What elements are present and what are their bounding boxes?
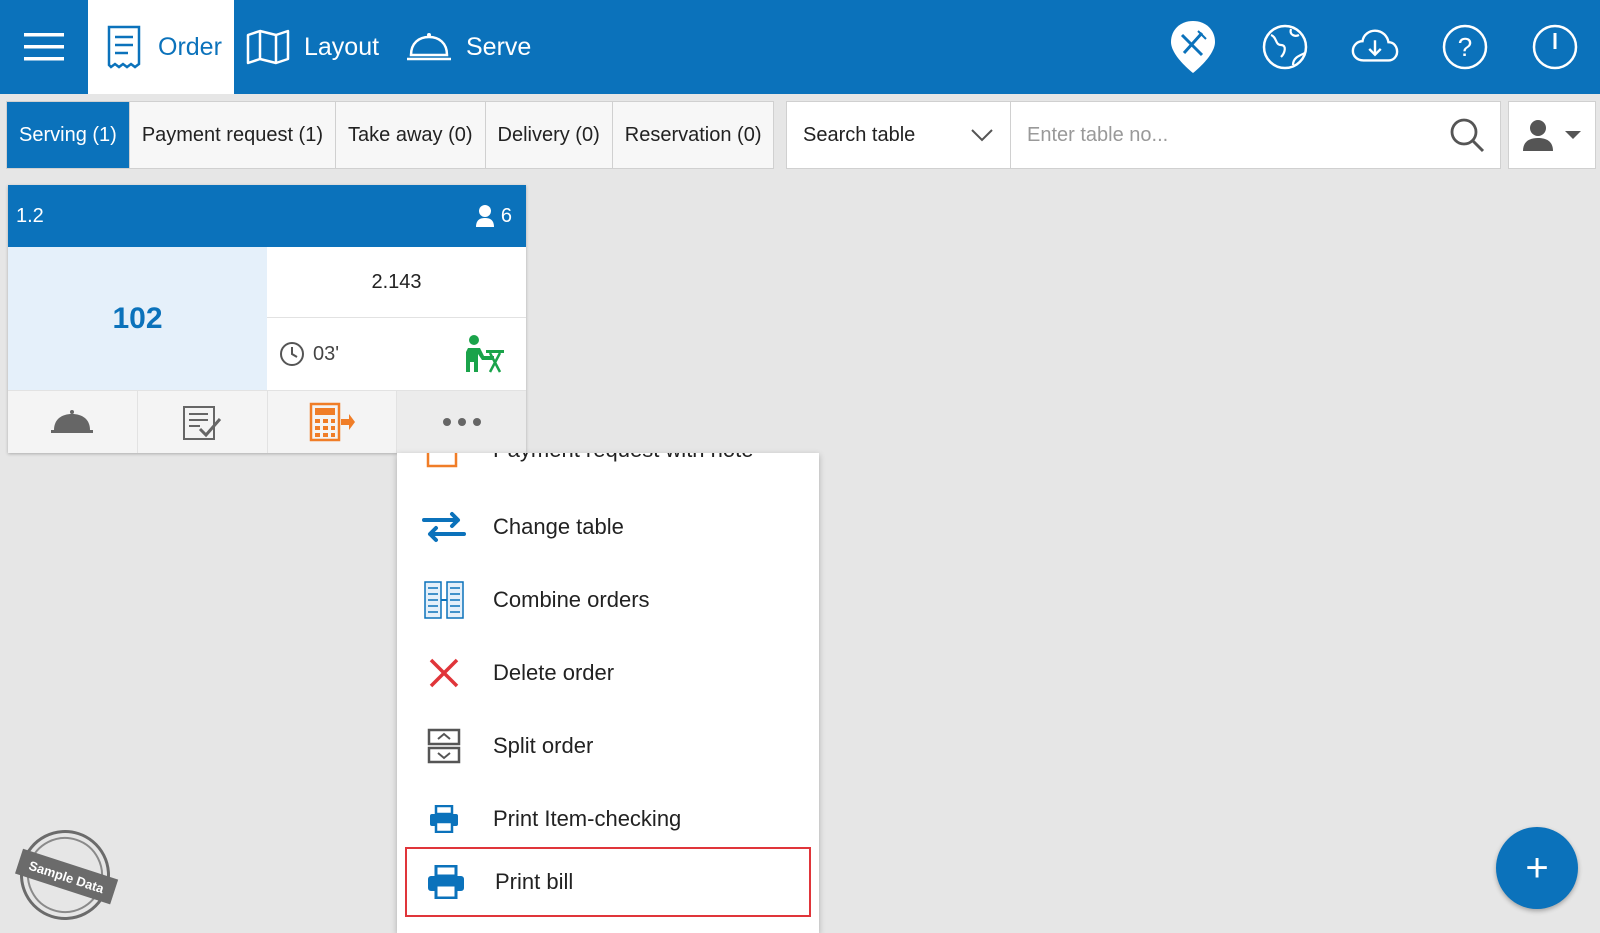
payment-note-icon	[426, 453, 458, 468]
user-icon	[1523, 120, 1553, 151]
menu-item-payment-request-with-note[interactable]: Payment request with note	[397, 453, 819, 485]
order-number: 102	[8, 247, 267, 390]
nav-order[interactable]: Order	[88, 0, 234, 94]
search-button[interactable]	[1434, 102, 1500, 168]
menu-item-split-order[interactable]: Split order	[397, 711, 819, 781]
tab-serving[interactable]: Serving (1)	[7, 102, 130, 168]
table-search: Search table	[786, 101, 1501, 169]
order-amount: 2.143	[267, 247, 526, 318]
menu-item-label: Delete order	[493, 660, 615, 685]
table-number-input[interactable]	[1011, 102, 1434, 168]
nav-serve-label: Serve	[466, 32, 532, 61]
person-icon	[475, 205, 494, 227]
clock-icon	[280, 342, 304, 366]
order-actions-menu: Payment request with note Change table C…	[397, 453, 819, 933]
sample-data-watermark: Sample Data	[8, 818, 122, 932]
elapsed-time: 03'	[279, 341, 339, 367]
globe-icon	[1262, 24, 1308, 70]
restaurant-pin-button[interactable]	[1168, 21, 1218, 73]
table-number: 1.2	[16, 204, 44, 227]
more-dots-icon	[442, 418, 481, 426]
tab-payment-request[interactable]: Payment request (1)	[130, 102, 337, 168]
search-mode-label: Search table	[803, 123, 916, 146]
calculator-arrow-icon	[309, 402, 355, 442]
elapsed-time-value: 03'	[313, 342, 340, 365]
power-icon	[1532, 24, 1578, 70]
power-button[interactable]	[1530, 22, 1580, 72]
cloud-download-icon	[1351, 29, 1399, 62]
menu-item-print-item-checking[interactable]: Print Item-checking	[397, 784, 819, 854]
search-icon	[1450, 118, 1485, 153]
swap-arrows-icon	[422, 512, 466, 542]
menu-item-label: Print bill	[495, 869, 574, 894]
restaurant-pin-icon	[1171, 21, 1215, 73]
status-tab-bar: Serving (1) Payment request (1) Take awa…	[6, 101, 775, 169]
checklist-icon	[183, 406, 222, 440]
hamburger-icon	[24, 33, 64, 61]
tab-take-away[interactable]: Take away (0)	[336, 102, 486, 168]
guest-count-value: 6	[500, 204, 512, 227]
payment-button[interactable]	[268, 391, 398, 453]
search-mode-select[interactable]: Search table	[787, 102, 1011, 168]
tab-delivery[interactable]: Delivery (0)	[486, 102, 613, 168]
menu-item-print-bill[interactable]: Print bill	[405, 847, 811, 917]
menu-item-label: Print Item-checking	[493, 806, 682, 831]
menu-item-label: Combine orders	[493, 587, 650, 612]
table-order-card[interactable]: 1.2 6 102 2.143 03'	[8, 185, 526, 453]
top-bar: Order Layout Serve ?	[0, 0, 1600, 94]
menu-item-delete-order[interactable]: Delete order	[397, 638, 819, 708]
menu-item-combine-orders[interactable]: Combine orders	[397, 565, 819, 635]
user-menu-button[interactable]	[1508, 101, 1596, 169]
combine-orders-icon	[424, 581, 464, 619]
hamburger-menu-button[interactable]	[0, 0, 88, 94]
svg-text:?: ?	[1458, 32, 1472, 62]
globe-button[interactable]	[1260, 22, 1310, 72]
menu-item-label: Change table	[493, 514, 624, 539]
receipt-icon	[107, 25, 141, 69]
menu-item-change-table[interactable]: Change table	[397, 492, 819, 562]
printer-icon	[428, 865, 464, 899]
help-button[interactable]: ?	[1440, 22, 1490, 72]
menu-item-label: Split order	[493, 733, 594, 758]
split-tray-icon	[427, 728, 461, 764]
cloche-icon	[407, 33, 451, 61]
card-header: 1.2 6	[8, 185, 526, 247]
serve-action-button[interactable]	[8, 391, 138, 453]
check-items-button[interactable]	[138, 391, 268, 453]
cloche-icon	[51, 410, 94, 433]
add-order-button[interactable]: +	[1496, 827, 1578, 909]
chevron-down-icon	[971, 129, 993, 142]
printer-icon	[430, 805, 458, 833]
nav-layout-label: Layout	[304, 32, 380, 61]
nav-layout[interactable]: Layout	[246, 0, 379, 94]
close-x-icon	[429, 658, 459, 688]
nav-order-label: Order	[158, 32, 222, 61]
menu-item-label: Payment request with note	[493, 453, 753, 463]
more-actions-button[interactable]	[397, 391, 526, 453]
map-icon	[246, 29, 290, 65]
caret-down-icon	[1565, 131, 1581, 139]
seated-customer-icon	[466, 335, 504, 373]
cloud-sync-button[interactable]	[1350, 22, 1400, 72]
help-icon: ?	[1442, 24, 1488, 70]
nav-serve[interactable]: Serve	[406, 0, 531, 94]
tab-reservation[interactable]: Reservation (0)	[613, 102, 774, 168]
guest-count: 6	[475, 204, 512, 228]
